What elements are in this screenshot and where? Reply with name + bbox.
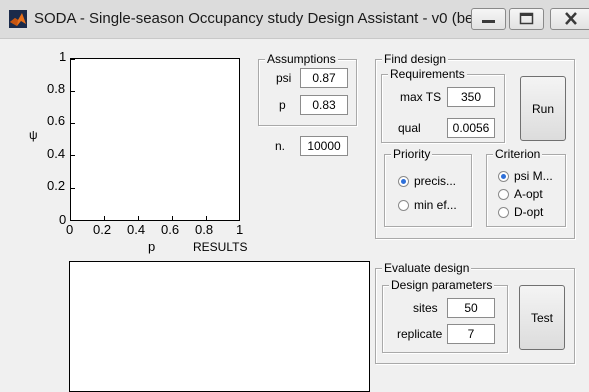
- test-button[interactable]: Test: [519, 285, 565, 350]
- radio-unselected-icon: [398, 199, 409, 211]
- criterion-title: Criterion: [493, 147, 543, 161]
- x-axis-label: p: [148, 239, 156, 254]
- psi-field[interactable]: 0.87: [300, 68, 348, 88]
- maximize-button[interactable]: [509, 8, 544, 30]
- sites-field[interactable]: 50: [447, 298, 495, 318]
- sites-label: sites: [413, 301, 438, 315]
- y-tick-label: 1: [59, 49, 67, 64]
- radio-label: A-opt: [514, 187, 543, 201]
- x-tick: [172, 216, 173, 220]
- n-field[interactable]: 10000: [300, 136, 348, 156]
- priority-title: Priority: [391, 147, 433, 161]
- priority-group: Priority: [384, 147, 472, 227]
- plot-area: [70, 58, 240, 221]
- y-tick: [71, 155, 75, 156]
- y-tick: [71, 123, 75, 124]
- radio-selected-icon: [398, 175, 409, 187]
- window-title: SODA - Single-season Occupancy study Des…: [34, 10, 491, 27]
- close-icon: [565, 12, 577, 25]
- matlab-logo-icon: [9, 10, 27, 28]
- title-bar[interactable]: SODA - Single-season Occupancy study Des…: [0, 0, 589, 39]
- results-label: RESULTS: [193, 240, 248, 254]
- results-box: [69, 261, 370, 392]
- soda-window: SODA - Single-season Occupancy study Des…: [0, 0, 589, 392]
- assumptions-title: Assumptions: [265, 52, 338, 66]
- x-tick: [138, 216, 139, 220]
- radio-unselected-icon: [498, 206, 509, 218]
- x-tick-label: 0.6: [161, 222, 180, 237]
- criterion-psi-radio[interactable]: psi M...: [498, 169, 553, 183]
- radio-label: precis...: [414, 174, 457, 188]
- radio-label: D-opt: [514, 205, 544, 219]
- requirements-title: Requirements: [388, 67, 467, 81]
- x-tick-label: 0.8: [195, 222, 214, 237]
- radio-selected-icon: [498, 170, 509, 182]
- max-ts-label: max TS: [400, 90, 442, 104]
- priority-min-effort-radio[interactable]: min ef...: [398, 198, 457, 212]
- priority-precision-radio[interactable]: precis...: [398, 174, 456, 188]
- y-tick: [71, 59, 75, 60]
- max-ts-field[interactable]: 350: [447, 87, 495, 107]
- y-tick-label: 0.6: [47, 113, 66, 128]
- psi-label: psi: [276, 71, 292, 85]
- x-tick-label: 1: [236, 222, 244, 237]
- maximize-icon: [519, 12, 534, 25]
- evaluate-design-title: Evaluate design: [382, 261, 472, 275]
- find-design-title: Find design: [382, 52, 449, 66]
- radio-label: min ef...: [414, 198, 457, 212]
- client-area: ψ 1 0.8 0.6 0.4 0.2 0 0 0.2 0.4 0.6 0.8 …: [0, 39, 589, 392]
- y-tick-label: 0.4: [47, 146, 66, 161]
- x-tick-label: 0: [66, 222, 74, 237]
- qual-label: qual: [398, 121, 421, 135]
- p-field[interactable]: 0.83: [300, 95, 348, 115]
- radio-label: psi M...: [514, 169, 553, 183]
- qual-field[interactable]: 0.0056: [447, 118, 495, 138]
- x-tick: [104, 216, 105, 220]
- run-button[interactable]: Run: [520, 76, 566, 141]
- y-tick: [71, 188, 75, 189]
- y-tick-label: 0.2: [47, 178, 66, 193]
- n-label: n.: [275, 139, 286, 153]
- x-tick: [206, 216, 207, 220]
- radio-unselected-icon: [498, 188, 509, 200]
- design-parameters-title: Design parameters: [389, 278, 495, 292]
- criterion-d-opt-radio[interactable]: D-opt: [498, 205, 543, 219]
- minimize-icon: [482, 20, 495, 23]
- x-tick-label: 0.4: [127, 222, 146, 237]
- y-tick-label: 0.8: [47, 81, 66, 96]
- minimize-button[interactable]: [471, 8, 506, 30]
- y-tick: [71, 91, 75, 92]
- replicate-field[interactable]: 7: [447, 324, 495, 344]
- y-axis-label: ψ: [29, 128, 38, 142]
- p-label: p: [279, 98, 286, 112]
- criterion-a-opt-radio[interactable]: A-opt: [498, 187, 543, 201]
- close-button[interactable]: [550, 8, 589, 30]
- x-tick-label: 0.2: [93, 222, 112, 237]
- replicate-label: replicate: [397, 327, 443, 341]
